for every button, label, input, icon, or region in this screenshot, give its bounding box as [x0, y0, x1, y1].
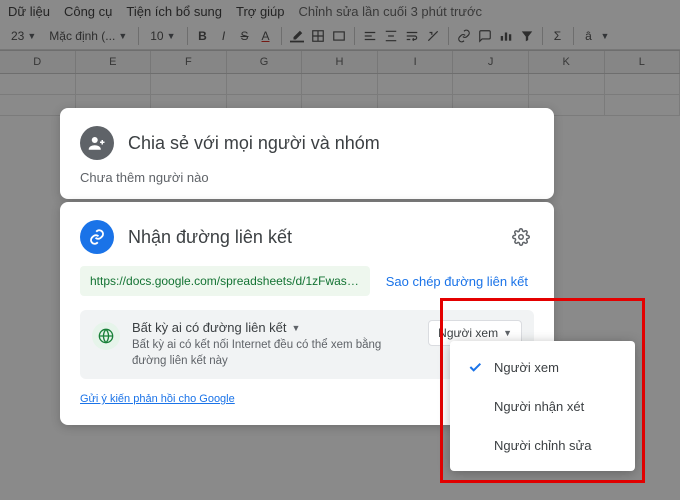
- feedback-link[interactable]: Gửi ý kiến phản hồi cho Google: [80, 393, 235, 405]
- globe-icon: [92, 322, 120, 350]
- role-option-commenter[interactable]: Người nhận xét: [450, 387, 635, 426]
- scope-select[interactable]: Bất kỳ ai có đường liên kết ▼: [132, 320, 416, 335]
- chevron-down-icon: ▼: [292, 323, 301, 333]
- share-url-field[interactable]: https://docs.google.com/spreadsheets/d/1…: [80, 266, 370, 296]
- chevron-down-icon: ▼: [503, 328, 512, 338]
- role-label: Người xem: [438, 326, 498, 340]
- settings-button[interactable]: [508, 224, 534, 250]
- role-option-label: Người chỉnh sửa: [494, 438, 591, 453]
- people-add-icon: [80, 126, 114, 160]
- scope-description: Bất kỳ ai có kết nối Internet đều có thể…: [132, 337, 416, 369]
- link-icon: [80, 220, 114, 254]
- role-option-label: Người xem: [494, 360, 559, 375]
- link-dialog-title: Nhận đường liên kết: [128, 227, 292, 248]
- role-dropdown: Người xem Người nhận xét Người chỉnh sửa: [450, 341, 635, 471]
- role-option-label: Người nhận xét: [494, 399, 584, 414]
- copy-link-button[interactable]: Sao chép đường liên kết: [380, 266, 534, 296]
- scope-title-label: Bất kỳ ai có đường liên kết: [132, 320, 287, 335]
- role-option-viewer[interactable]: Người xem: [450, 347, 635, 387]
- role-option-editor[interactable]: Người chỉnh sửa: [450, 426, 635, 465]
- gear-icon: [512, 228, 530, 246]
- check-icon: [466, 359, 484, 375]
- share-dialog-title: Chia sẻ với mọi người và nhóm: [128, 133, 380, 154]
- share-dialog: Chia sẻ với mọi người và nhóm Chưa thêm …: [60, 108, 554, 199]
- share-dialog-subtitle: Chưa thêm người nào: [80, 170, 534, 185]
